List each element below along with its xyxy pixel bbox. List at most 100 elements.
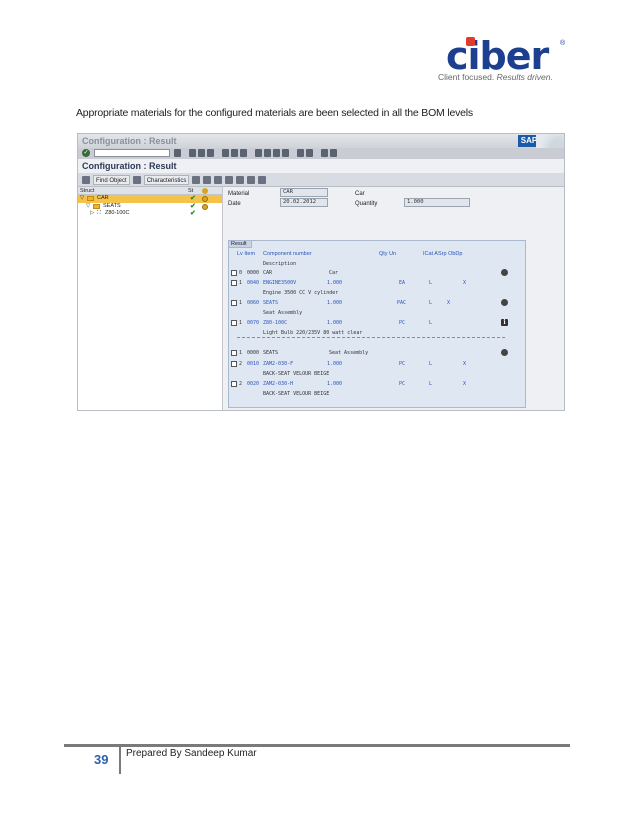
row-un: PC	[399, 381, 406, 387]
row-comp: ZAM2-030-F	[263, 361, 294, 367]
header-description: Description	[263, 261, 297, 267]
row-lv: 0	[239, 270, 243, 276]
row-icat: L	[429, 361, 433, 367]
info-icon[interactable]	[214, 175, 223, 184]
logo-wordmark: ciber	[446, 34, 549, 78]
intro-text: Appropriate materials for the configured…	[76, 107, 473, 119]
page-number: 39	[94, 752, 109, 767]
window-title: Configuration : Result	[82, 136, 177, 146]
filter-icon[interactable]	[247, 175, 256, 184]
find-next-icon[interactable]	[240, 149, 247, 157]
row-checkbox[interactable]	[231, 381, 237, 387]
row-item: 0000	[247, 270, 260, 276]
logo-accent-dot	[466, 37, 475, 46]
row-checkbox[interactable]	[231, 361, 237, 367]
col-st: St	[188, 188, 194, 194]
row-icat: L	[429, 320, 433, 326]
config-icon[interactable]	[501, 269, 508, 276]
row-icat: L	[429, 300, 433, 306]
row-comp: SEATS	[263, 300, 279, 306]
tagline-italic: Results driven.	[496, 72, 553, 82]
quantity-field[interactable]: 1.000	[404, 198, 470, 207]
help-icon[interactable]	[321, 149, 328, 157]
info-icon[interactable]: i	[501, 319, 508, 326]
prev-page-icon[interactable]	[264, 149, 271, 157]
row-desc: BACK-SEAT VELOUR BEIGE	[263, 391, 330, 397]
row-lv: 2	[239, 381, 243, 387]
toolbar-icon-5[interactable]	[258, 175, 267, 184]
row-un: PC	[399, 320, 406, 326]
expand-icon[interactable]: ▽	[80, 195, 84, 203]
back-icon[interactable]	[189, 149, 196, 157]
row-asrp: X	[463, 381, 467, 387]
toolbar-icon-4[interactable]	[236, 175, 245, 184]
toolbar-icon-1[interactable]	[192, 175, 201, 184]
row-desc: BACK-SEAT VELOUR BEIGE	[263, 371, 330, 377]
row-qty: 1.000	[327, 300, 343, 306]
enter-check-icon[interactable]: ✓	[82, 149, 90, 157]
tree-item-label: CAR	[97, 195, 109, 201]
print-icon[interactable]	[222, 149, 229, 157]
save-icon[interactable]	[174, 149, 181, 157]
first-page-icon[interactable]	[255, 149, 262, 157]
row-item: 0020	[247, 381, 260, 387]
exit-icon[interactable]	[198, 149, 205, 157]
result-tab[interactable]: Result	[228, 240, 252, 248]
row-lv: 1	[239, 320, 243, 326]
new-session-icon[interactable]	[297, 149, 304, 157]
row-checkbox[interactable]	[231, 350, 237, 356]
row-desc-inline: Car	[329, 270, 339, 276]
cancel-icon[interactable]	[207, 149, 214, 157]
row-comp: SEATS	[263, 350, 279, 356]
find-object-button[interactable]: Find Object	[93, 174, 130, 185]
last-page-icon[interactable]	[282, 149, 289, 157]
result-box: Result Lv Item Component number Qty Un I…	[228, 240, 526, 408]
row-asrp: X	[463, 280, 467, 286]
config-icon[interactable]	[501, 299, 508, 306]
layout-icon[interactable]	[330, 149, 337, 157]
config-icon[interactable]	[501, 349, 508, 356]
row-comp: ZAM2-030-H	[263, 381, 294, 387]
find-icon[interactable]	[231, 149, 238, 157]
footer-rule	[64, 744, 570, 747]
tree-header: Struct St	[78, 187, 222, 195]
row-comp: CAR	[263, 270, 273, 276]
toolbar-icon-3[interactable]	[225, 175, 234, 184]
tree-item-car[interactable]: ▽ CAR ✔	[78, 195, 222, 203]
expand-icon[interactable]: ▽	[86, 203, 90, 211]
row-un: EA	[399, 280, 406, 286]
config-status-icon	[202, 196, 208, 202]
level-separator	[237, 337, 505, 338]
row-lv: 1	[239, 300, 243, 306]
folder-icon	[87, 196, 94, 201]
row-un: PAC	[397, 300, 407, 306]
footer-divider	[119, 744, 121, 774]
config-icon[interactable]	[132, 175, 141, 184]
row-lv: 1	[239, 280, 243, 286]
row-checkbox[interactable]	[231, 280, 237, 286]
display-icon[interactable]	[82, 175, 90, 184]
prepared-by: Prepared By Sandeep Kumar	[126, 748, 257, 759]
toolbar-icon-2[interactable]	[203, 175, 212, 184]
row-checkbox[interactable]	[231, 270, 237, 276]
row-checkbox[interactable]	[231, 300, 237, 306]
row-desc: Seat Assembly	[263, 310, 303, 316]
row-checkbox[interactable]	[231, 320, 237, 326]
row-icat: L	[429, 280, 433, 286]
logo-tagline: Client focused. Results driven.	[438, 72, 553, 82]
row-un: PC	[399, 361, 406, 367]
material-icon: ⛶	[97, 210, 101, 216]
row-asrp: X	[447, 300, 451, 306]
shortcut-icon[interactable]	[306, 149, 313, 157]
date-field[interactable]: 20.02.2012	[280, 198, 328, 207]
tree-item-z80[interactable]: ▷ ⛶ Z80-100C ✔	[78, 210, 222, 218]
collapse-icon[interactable]: ▷	[90, 210, 94, 218]
next-page-icon[interactable]	[273, 149, 280, 157]
material-field[interactable]: CAR	[280, 188, 328, 197]
row-asrp: X	[463, 361, 467, 367]
config-status-icon	[202, 203, 208, 210]
characteristics-button[interactable]: Characteristics	[143, 174, 190, 185]
tree-item-seats[interactable]: ▽ SEATS ✔	[78, 203, 222, 211]
command-field[interactable]	[94, 149, 170, 157]
row-qty: 1.000	[327, 320, 343, 326]
